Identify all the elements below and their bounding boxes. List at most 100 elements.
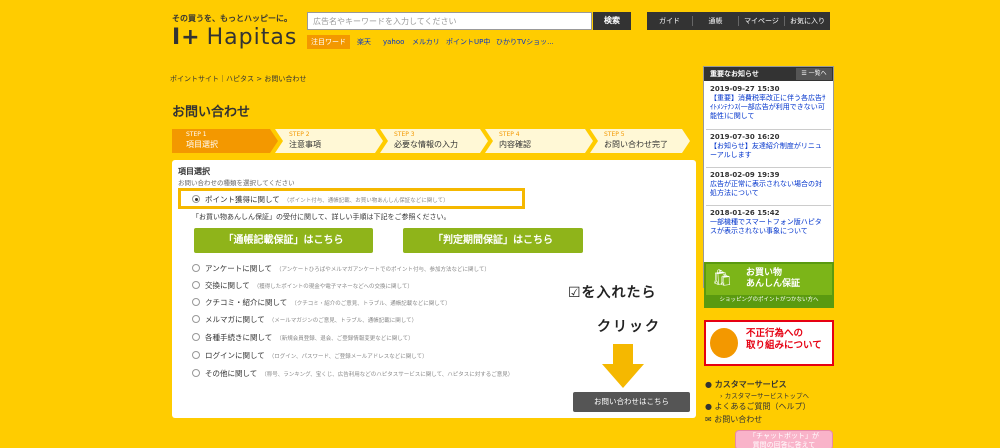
news-item[interactable]: 2018-02-09 19:39 広告が正常に表示されない場合の対処方法について	[710, 171, 828, 198]
chatbot-label: 「チャットボット」が 質問の回答に答えて	[749, 432, 819, 448]
option-label: ログインに関して	[205, 351, 265, 360]
radio-mailmag[interactable]	[192, 315, 200, 323]
contact-submit-button[interactable]: お問い合わせはこちら	[573, 392, 690, 412]
step-5: STEP 5 お問い合わせ完了	[590, 129, 690, 153]
chatbot-button[interactable]: 「チャットボット」が 質問の回答に答えて	[735, 430, 833, 448]
news-all-label: 一覧へ	[808, 70, 827, 77]
divider	[706, 167, 831, 168]
news-item[interactable]: 2018-01-26 15:42 一部機種でスマートフォン版ハピタスが表示されない…	[710, 209, 828, 236]
news-all-button[interactable]: ☰ 一覧へ	[796, 68, 832, 80]
keyword-link[interactable]: ポイントUP中	[446, 35, 490, 49]
breadcrumb-current: お問い合わせ	[264, 75, 307, 83]
mascot-icon	[710, 328, 738, 358]
keyword-link[interactable]: ひかりTVショッ...	[496, 35, 554, 49]
option-review[interactable]: クチコミ・紹介に関して （クチコミ・紹介のご意見、トラブル、通帳記載などに関して）	[205, 297, 451, 308]
option-label: メルマガに関して	[205, 315, 265, 324]
divider	[706, 129, 831, 130]
breadcrumb: ポイントサイト｜ハピタス > お問い合わせ	[170, 74, 306, 84]
news-text: 【重要】消費税率改正に伴う各広告ｻｲﾄﾒﾝﾃﾅﾝｽ(一部広告が利用できない可能性…	[710, 94, 826, 120]
fraud-policy-banner[interactable]: 不正行為への 取り組みについて	[704, 320, 834, 366]
logo-mark-icon: I+	[172, 25, 201, 50]
keyword-link[interactable]: メルカリ	[412, 35, 440, 49]
annotation-text: クリック	[597, 319, 661, 335]
option-label: 交換に関して	[205, 281, 250, 290]
keyword-link[interactable]: 楽天	[357, 35, 371, 49]
shopping-guarantee-banner[interactable]: お買い物 あんしん保証 ショッピングのポイントがつかない方へ 🛍	[704, 262, 834, 308]
option-survey[interactable]: アンケートに関して （アンケートひろばやメルマガアンケートでのポイント付与、参加方…	[205, 263, 490, 274]
step-label: 項目選択	[186, 140, 218, 149]
step-2: STEP 2 注意事項	[275, 129, 383, 153]
faq-label: よくあるご質問（ヘルプ）	[714, 402, 811, 411]
list-icon: ☰	[801, 70, 807, 77]
option-exchange[interactable]: 交換に関して （獲得したポイントの現金や電子マネーなどへの交換に関して）	[205, 280, 413, 291]
divider	[706, 205, 831, 206]
info-text: 「お買い物あんしん保証」の受付に関して、詳しい手順は下記をご参照ください。	[192, 213, 451, 221]
step-number: STEP 4	[499, 131, 520, 138]
step-label: 内容確認	[499, 140, 531, 149]
radio-exchange[interactable]	[192, 281, 200, 289]
step-number: STEP 5	[604, 131, 625, 138]
keyword-link[interactable]: yahoo	[383, 35, 404, 49]
cs-top-label: カスタマーサービストップへ	[724, 392, 810, 400]
step-3: STEP 3 必要な情報の入力	[380, 129, 488, 153]
option-procedure[interactable]: 各種手続きに関して （新規会員登録、退会、ご登録情報変更などに関して）	[205, 332, 414, 343]
step-indicator: STEP 1 項目選択 STEP 2 注意事項 STEP 3 必要な情報の入力 STE…	[172, 129, 690, 153]
radio-other[interactable]	[192, 369, 200, 377]
step-number: STEP 3	[394, 131, 415, 138]
news-item[interactable]: 2019-09-27 15:30 【重要】消費税率改正に伴う各広告ｻｲﾄﾒﾝﾃﾅﾝ…	[710, 85, 828, 121]
annotation-text: ☑を入れたら	[568, 285, 657, 301]
search-button[interactable]: 検索	[593, 12, 631, 30]
radio-review[interactable]	[192, 298, 200, 306]
news-date: 2018-02-09 19:39	[710, 171, 780, 179]
step-number: STEP 1	[186, 131, 207, 138]
option-other[interactable]: その他に関して （称号、ランキング、宝くじ、広告利用などのハピタスサービスに関して…	[205, 368, 513, 379]
option-note: （メールマガジンのご意見、トラブル、通帳記載に関して）	[268, 318, 418, 324]
step-4: STEP 4 内容確認	[485, 129, 593, 153]
nav-mypage[interactable]: マイページ	[739, 16, 785, 26]
top-nav: ガイド 通帳 マイページ お気に入り	[647, 12, 830, 30]
news-item[interactable]: 2019-07-30 16:20 【お知らせ】友達紹介制度がリニューアルします	[710, 133, 828, 160]
option-note: （アンケートひろばやメルマガアンケートでのポイント付与、参加方法などに関して）	[275, 267, 490, 273]
logo[interactable]: I+ Hapitas	[172, 25, 297, 50]
news-text: 一部機種でスマートフォン版ハピタスが表示されない事象について	[710, 218, 822, 235]
nav-guide[interactable]: ガイド	[647, 16, 693, 26]
chevron-right-icon: ›	[720, 392, 723, 400]
step-number: STEP 2	[289, 131, 310, 138]
search-input[interactable]: 広告名やキーワードを入力してください	[307, 12, 592, 30]
option-login[interactable]: ログインに関して （ログイン、パスワード、ご登録メールアドレスなどに関して）	[205, 350, 428, 361]
breadcrumb-home[interactable]: ポイントサイト｜ハピタス	[170, 75, 254, 83]
step-label: 必要な情報の入力	[394, 140, 458, 149]
radio-login[interactable]	[192, 351, 200, 359]
page-title: お問い合わせ	[172, 105, 251, 120]
headset-icon: ●	[705, 380, 712, 389]
option-label: ポイント獲得に関して	[205, 195, 280, 204]
radio-procedure[interactable]	[192, 333, 200, 341]
banner-title: 不正行為への 取り組みについて	[746, 328, 822, 351]
section-subtitle: お問い合わせの種類を選択してください	[178, 179, 295, 187]
down-arrow-icon	[602, 344, 644, 388]
mail-icon: ✉	[705, 415, 712, 424]
step-label: お問い合わせ完了	[604, 140, 668, 149]
radio-survey[interactable]	[192, 264, 200, 272]
faq-link[interactable]: ● よくあるご質問（ヘルプ）	[705, 401, 811, 412]
section-title: 項目選択	[178, 167, 210, 176]
option-point[interactable]: ポイント獲得に関して （ポイント付与、通帳記載、お買い物あんしん保証などに関して）	[205, 194, 449, 205]
contact-link[interactable]: ✉ お問い合わせ	[705, 414, 762, 425]
radio-point-selected[interactable]	[192, 195, 200, 203]
option-label: その他に関して	[205, 369, 258, 378]
step-label: 注意事項	[289, 140, 321, 149]
option-note: （クチコミ・紹介のご意見、トラブル、通帳記載などに関して）	[291, 301, 451, 307]
cs-title-text: カスタマーサービス	[714, 380, 787, 389]
option-label: アンケートに関して	[205, 264, 272, 273]
option-mailmag[interactable]: メルマガに関して （メールマガジンのご意見、トラブル、通帳記載に関して）	[205, 314, 417, 325]
cs-top-link[interactable]: › カスタマーサービストップへ	[720, 390, 809, 400]
news-text: 【お知らせ】友達紹介制度がリニューアルします	[710, 142, 822, 159]
judgement-guarantee-button[interactable]: 「判定期間保証」はこちら	[403, 228, 583, 253]
contact-label: お問い合わせ	[714, 415, 763, 424]
nav-bankbook[interactable]: 通帳	[693, 16, 739, 26]
option-note: （ログイン、パスワード、ご登録メールアドレスなどに関して）	[268, 354, 428, 360]
nav-favorites[interactable]: お気に入り	[785, 16, 830, 26]
logo-text: Hapitas	[206, 25, 298, 50]
hotword-label: 注目ワード	[307, 35, 350, 49]
bankbook-guarantee-button[interactable]: 「通帳記載保証」はこちら	[194, 228, 373, 253]
